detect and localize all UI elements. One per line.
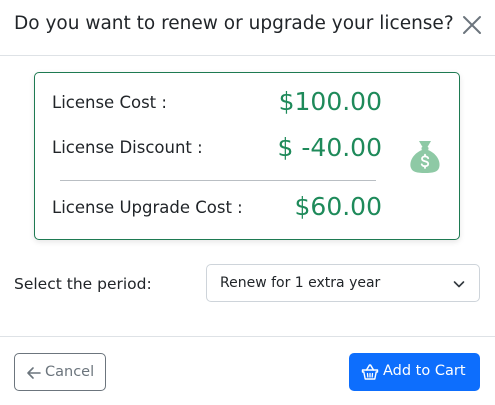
license-cost-value: $100.00 — [278, 87, 382, 116]
chevron-down-icon — [453, 281, 465, 288]
add-to-cart-button[interactable]: Add to Cart — [349, 353, 480, 391]
upgrade-cost-value: $60.00 — [294, 192, 382, 221]
card-divider — [60, 180, 376, 181]
period-select-value: Renew for 1 extra year — [220, 275, 381, 291]
license-cost-card: License Cost : $100.00 License Discount … — [34, 72, 460, 240]
cancel-button-label: Cancel — [45, 364, 95, 380]
dialog-header: Do you want to renew or upgrade your lic… — [0, 0, 495, 56]
license-cost-label: License Cost : — [52, 93, 167, 112]
renew-license-dialog: Do you want to renew or upgrade your lic… — [0, 0, 495, 405]
basket-icon — [361, 364, 379, 380]
money-bag-icon — [406, 137, 444, 175]
arrow-left-icon — [27, 367, 41, 379]
period-select[interactable]: Renew for 1 extra year — [206, 264, 480, 302]
add-to-cart-label: Add to Cart — [383, 363, 466, 379]
upgrade-cost-label: License Upgrade Cost : — [52, 198, 243, 217]
close-button[interactable] — [460, 13, 484, 37]
license-discount-label: License Discount : — [52, 138, 203, 157]
cancel-button[interactable]: Cancel — [14, 353, 106, 391]
footer-divider — [0, 336, 495, 337]
license-discount-value: $ -40.00 — [277, 133, 382, 162]
period-label: Select the period: — [14, 275, 152, 293]
close-icon — [463, 16, 481, 34]
dialog-title: Do you want to renew or upgrade your lic… — [14, 13, 454, 34]
